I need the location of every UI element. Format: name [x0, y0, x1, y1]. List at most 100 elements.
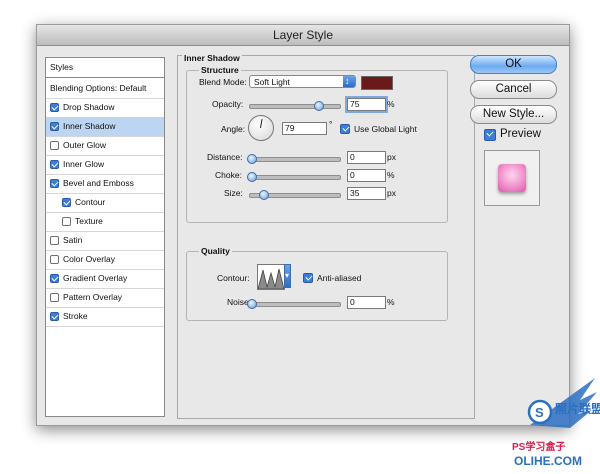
sidebar-item-label: Contour [75, 197, 106, 207]
sidebar-item[interactable]: Inner Shadow [46, 117, 164, 137]
sidebar-item[interactable]: Pattern Overlay [46, 288, 164, 308]
choke-unit: % [387, 170, 395, 180]
opacity-slider-knob[interactable] [313, 101, 324, 111]
distance-label: Distance: [207, 152, 243, 162]
sidebar-item[interactable]: Stroke [46, 307, 164, 327]
sidebar-item-label: Inner Shadow [63, 121, 116, 131]
svg-text:S: S [535, 405, 544, 420]
size-slider-knob[interactable] [258, 190, 269, 200]
sidebar-item-checkbox[interactable] [50, 160, 59, 169]
sidebar-item-label: Pattern Overlay [63, 292, 123, 302]
sidebar-item-checkbox[interactable] [50, 103, 59, 112]
cancel-button[interactable]: Cancel [470, 80, 557, 99]
sidebar-item-checkbox[interactable] [50, 293, 59, 302]
ok-button[interactable]: OK [470, 55, 557, 74]
sidebar-item-checkbox[interactable] [50, 179, 59, 188]
noise-slider-knob[interactable] [247, 299, 257, 309]
sidebar-item[interactable]: Inner Glow [46, 155, 164, 175]
sidebar-item[interactable]: Gradient Overlay [46, 269, 164, 289]
sidebar-item-label: Bevel and Emboss [63, 178, 134, 188]
preview-swatch [498, 164, 526, 192]
noise-unit: % [387, 297, 395, 307]
styles-header-label: Styles [50, 62, 74, 72]
sidebar-item-checkbox[interactable] [50, 274, 59, 283]
layer-style-dialog: Layer Style Styles Blending Options: Def… [36, 24, 570, 426]
sidebar-item-checkbox[interactable] [50, 255, 59, 264]
sidebar-item-checkbox[interactable] [62, 198, 71, 207]
select-arrows-icon [343, 75, 355, 88]
choke-slider[interactable] [247, 172, 341, 182]
sidebar-item[interactable]: Contour [46, 193, 164, 213]
distance-slider[interactable] [247, 154, 341, 164]
angle-field[interactable]: 79 [282, 122, 327, 135]
watermark: S 照片联盟 PS学习盒子 OLIHE.COM [500, 370, 600, 474]
style-preview [484, 150, 540, 206]
size-unit: px [387, 188, 396, 198]
sidebar-item-checkbox[interactable] [50, 236, 59, 245]
distance-unit: px [387, 152, 396, 162]
shadow-color-swatch[interactable] [361, 76, 393, 90]
styles-list: Styles Blending Options: Default Drop Sha… [45, 57, 165, 417]
angle-dial[interactable] [248, 115, 274, 141]
contour-dropdown-button[interactable] [284, 264, 291, 288]
opacity-unit: % [387, 99, 395, 109]
sidebar-item-label: Gradient Overlay [63, 273, 128, 283]
sidebar-item[interactable]: Color Overlay [46, 250, 164, 270]
contour-picker[interactable] [257, 264, 285, 290]
opacity-slider[interactable] [249, 101, 341, 111]
choke-slider-knob[interactable] [247, 172, 257, 182]
dialog-title: Layer Style [37, 25, 569, 46]
quality-group: Quality Contour: Anti-aliased Noise: 0 % [186, 246, 448, 321]
size-label: Size: [224, 188, 243, 198]
choke-label: Choke: [215, 170, 242, 180]
preview-label: Preview [500, 128, 541, 140]
watermark-cn-label: 照片联盟 [555, 402, 600, 416]
angle-label: Angle: [221, 124, 246, 134]
new-style-button[interactable]: New Style... [470, 105, 557, 124]
inner-shadow-panel: Inner Shadow Structure Blend Mode: Soft … [177, 53, 475, 419]
choke-field[interactable]: 0 [347, 169, 386, 182]
panel-title: Inner Shadow [182, 53, 242, 63]
sidebar-item-label: Outer Glow [63, 140, 106, 150]
sidebar-item-checkbox[interactable] [50, 122, 59, 131]
sidebar-item[interactable]: Bevel and Emboss [46, 174, 164, 194]
size-field[interactable]: 35 [347, 187, 386, 200]
watermark-brand: PS学习盒子 [512, 442, 566, 453]
sidebar-item[interactable]: Texture [46, 212, 164, 232]
blend-mode-label: Blend Mode: [199, 77, 247, 87]
noise-slider[interactable] [247, 299, 341, 309]
sidebar-item-label: Blending Options: Default [50, 83, 147, 93]
distance-field[interactable]: 0 [347, 151, 386, 164]
blend-mode-select[interactable]: Soft Light [249, 75, 356, 88]
size-slider[interactable] [249, 190, 341, 200]
noise-field[interactable]: 0 [347, 296, 386, 309]
watermark-site: OLIHE.COM [514, 454, 582, 468]
structure-title: Structure [199, 65, 241, 75]
preview-checkbox[interactable] [484, 129, 496, 141]
sidebar-item-label: Stroke [63, 311, 88, 321]
anti-aliased-checkbox[interactable] [303, 273, 313, 283]
sidebar-item-checkbox[interactable] [50, 312, 59, 321]
contour-label: Contour: [217, 273, 250, 283]
styles-header[interactable]: Styles [46, 58, 164, 78]
use-global-light-label: Use Global Light [354, 124, 417, 134]
opacity-label: Opacity: [212, 99, 244, 109]
sidebar-item-checkbox[interactable] [50, 141, 59, 150]
distance-slider-knob[interactable] [247, 154, 257, 164]
sidebar-item[interactable]: Satin [46, 231, 164, 251]
sidebar-item-label: Color Overlay [63, 254, 115, 264]
opacity-field[interactable]: 75 [345, 96, 388, 113]
sidebar-item-label: Inner Glow [63, 159, 105, 169]
sidebar-item-label: Drop Shadow [63, 102, 115, 112]
sidebar-item[interactable]: Drop Shadow [46, 98, 164, 118]
structure-group: Structure Blend Mode: Soft Light Opacity… [186, 65, 448, 223]
sidebar-item[interactable]: Blending Options: Default [46, 79, 164, 99]
blend-mode-value: Soft Light [254, 77, 290, 87]
use-global-light-checkbox[interactable] [340, 124, 350, 134]
anti-aliased-label: Anti-aliased [317, 273, 362, 283]
contour-curve-icon [258, 268, 284, 289]
sidebar-item-checkbox[interactable] [62, 217, 71, 226]
sidebar-item[interactable]: Outer Glow [46, 136, 164, 156]
sidebar-item-label: Texture [75, 216, 103, 226]
quality-title: Quality [199, 246, 232, 256]
